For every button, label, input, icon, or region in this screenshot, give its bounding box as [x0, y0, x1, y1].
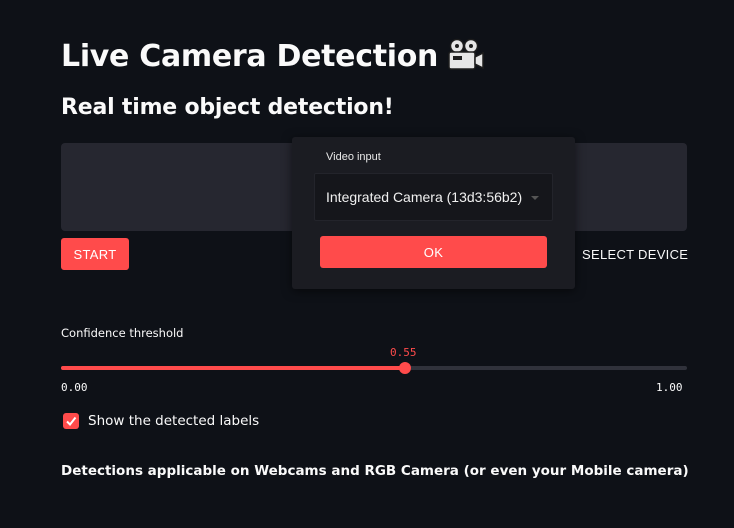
checkmark-icon	[66, 416, 77, 427]
confidence-slider-value: 0.55	[390, 346, 417, 359]
page-title-text: Live Camera Detection	[61, 38, 439, 74]
caret-down-icon	[531, 196, 539, 200]
ok-button[interactable]: OK	[320, 236, 547, 268]
confidence-slider-thumb[interactable]	[399, 362, 412, 374]
page-subtitle: Real time object detection!	[61, 95, 394, 120]
device-select-dialog: Video input Integrated Camera (13d3:56b2…	[292, 137, 575, 289]
footer-note: Detections applicable on Webcams and RGB…	[61, 463, 689, 479]
video-input-label: Video input	[326, 151, 381, 163]
confidence-slider-track[interactable]	[61, 362, 687, 374]
confidence-slider-fill	[61, 366, 406, 370]
page-title: Live Camera Detection	[61, 38, 486, 74]
selected-device-value: Integrated Camera (13d3:56b2)	[326, 189, 523, 205]
start-button[interactable]: START	[61, 238, 129, 270]
show-labels-checkbox-row[interactable]: Show the detected labels	[63, 413, 259, 429]
confidence-slider-min: 0.00	[61, 381, 88, 394]
select-device-button[interactable]: SELECT DEVICE	[582, 247, 688, 262]
show-labels-checkbox[interactable]	[63, 413, 79, 429]
confidence-slider-max: 1.00	[656, 381, 683, 394]
video-input-select[interactable]: Integrated Camera (13d3:56b2)	[314, 173, 553, 221]
show-labels-checkbox-label: Show the detected labels	[88, 413, 260, 429]
film-camera-icon	[446, 38, 486, 74]
confidence-slider-label: Confidence threshold	[61, 326, 184, 340]
